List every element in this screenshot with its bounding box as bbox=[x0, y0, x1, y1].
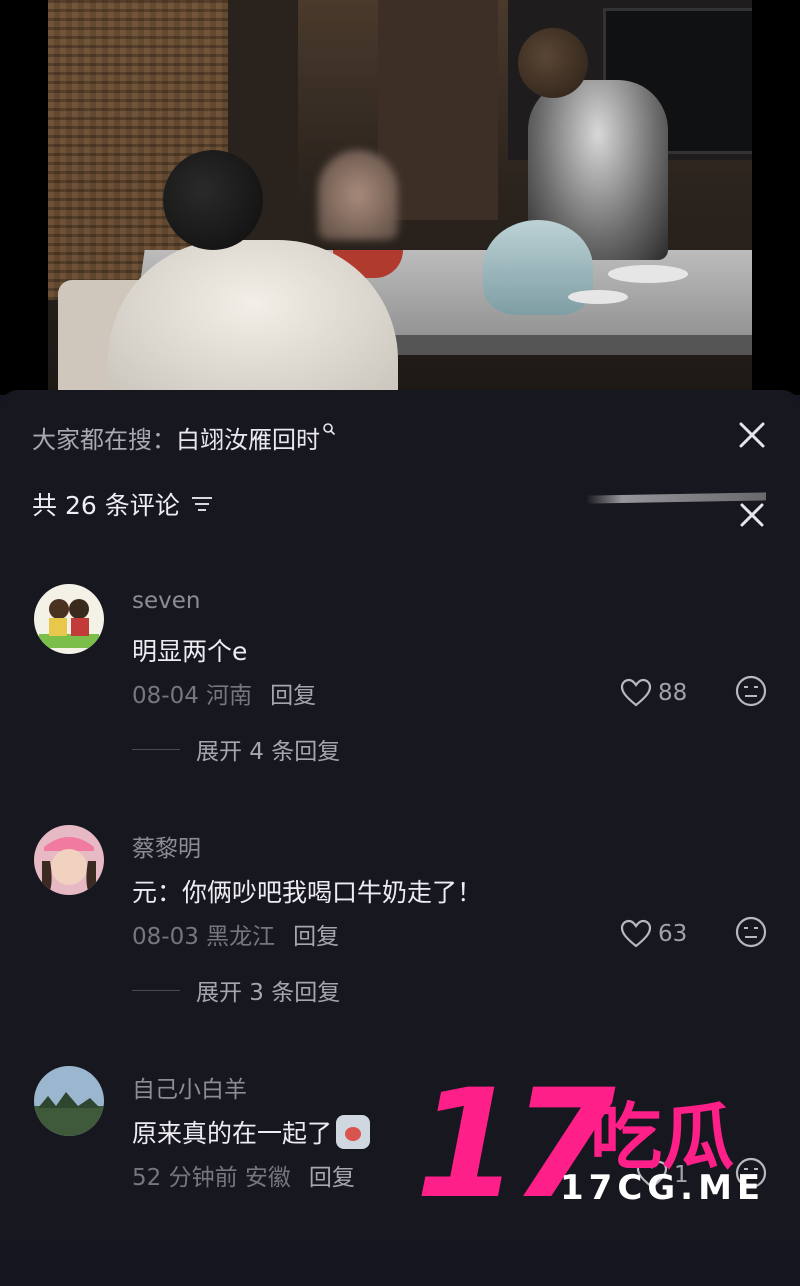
like-count: 88 bbox=[658, 680, 688, 706]
scene-person-blurred bbox=[318, 150, 398, 240]
video-scene bbox=[48, 0, 752, 395]
comment-location: 黑龙江 bbox=[206, 924, 276, 950]
comment-item: seven 明显两个e 08-04 河南 回复 88 展开 4 条回复 bbox=[0, 584, 800, 804]
close-icon[interactable] bbox=[735, 418, 769, 452]
like-button[interactable]: 88 bbox=[620, 678, 687, 708]
avatar[interactable] bbox=[34, 1066, 104, 1136]
hot-search-keyword[interactable]: 白翊汝雁回时 bbox=[176, 426, 320, 454]
comment-count-row[interactable]: 共 26 条评论 bbox=[32, 486, 214, 522]
watermark-url: 17CG.ME bbox=[560, 1168, 766, 1208]
comment-meta: 08-03 黑龙江 回复 bbox=[132, 917, 339, 951]
dislike-icon[interactable] bbox=[734, 915, 768, 949]
comment-meta: 08-04 河南 回复 bbox=[132, 676, 316, 710]
letterbox-left bbox=[0, 0, 48, 395]
comment-location: 河南 bbox=[206, 683, 253, 709]
expand-replies[interactable]: 展开 3 条回复 bbox=[132, 973, 340, 1007]
expand-replies-label: 展开 3 条回复 bbox=[196, 980, 341, 1006]
comment-location: 安徽 bbox=[244, 1165, 291, 1191]
expand-replies-label: 展开 4 条回复 bbox=[196, 739, 341, 765]
comment-date: 52 分钟前 bbox=[132, 1165, 238, 1191]
comment-text-body: 原来真的在一起了 bbox=[132, 1119, 333, 1148]
like-count: 63 bbox=[658, 921, 688, 947]
scene-dish bbox=[568, 290, 628, 304]
comment-count: 共 26 条评论 bbox=[32, 491, 180, 520]
watermark: 17 吃瓜 17CG.ME bbox=[415, 1070, 785, 1240]
scene-dish bbox=[608, 265, 688, 283]
hot-search-bar[interactable]: 大家都在搜：白翊汝雁回时 bbox=[32, 420, 336, 455]
reply-button[interactable]: 回复 bbox=[270, 683, 316, 709]
comment-username[interactable]: 自己小白羊 bbox=[132, 1070, 247, 1104]
comment-item: 蔡黎明 元：你俩吵吧我喝口牛奶走了！ 08-03 黑龙江 回复 63 展开 3 条… bbox=[0, 825, 800, 1045]
comment-username[interactable]: seven bbox=[132, 588, 200, 614]
avatar[interactable] bbox=[34, 584, 104, 654]
divider bbox=[132, 989, 180, 991]
comment-meta: 52 分钟前 安徽 回复 bbox=[132, 1158, 355, 1192]
divider bbox=[132, 748, 180, 750]
comment-date: 08-04 bbox=[132, 683, 199, 709]
scene-person-seated-head bbox=[163, 150, 263, 250]
close-icon-secondary[interactable] bbox=[737, 500, 767, 530]
comment-username[interactable]: 蔡黎明 bbox=[132, 829, 201, 863]
comment-text: 原来真的在一起了 bbox=[132, 1114, 371, 1150]
reply-button[interactable]: 回复 bbox=[293, 924, 339, 950]
avatar[interactable] bbox=[34, 825, 104, 895]
video-frame[interactable] bbox=[0, 0, 800, 395]
reply-button[interactable]: 回复 bbox=[309, 1165, 355, 1191]
heart-icon bbox=[620, 678, 652, 707]
hot-search-prefix: 大家都在搜： bbox=[32, 426, 176, 454]
dislike-icon[interactable] bbox=[734, 674, 768, 708]
sort-icon[interactable] bbox=[190, 492, 214, 516]
search-icon bbox=[323, 423, 336, 436]
like-button[interactable]: 63 bbox=[620, 919, 687, 949]
comment-text: 元：你俩吵吧我喝口牛奶走了！ bbox=[132, 878, 483, 907]
scene-person-standing-head bbox=[518, 28, 588, 98]
comment-text: 明显两个e bbox=[132, 637, 248, 666]
expand-replies[interactable]: 展开 4 条回复 bbox=[132, 732, 340, 766]
comment-date: 08-03 bbox=[132, 924, 199, 950]
crying-emoji-icon bbox=[336, 1115, 371, 1149]
heart-icon bbox=[620, 919, 652, 948]
letterbox-right bbox=[752, 0, 800, 395]
